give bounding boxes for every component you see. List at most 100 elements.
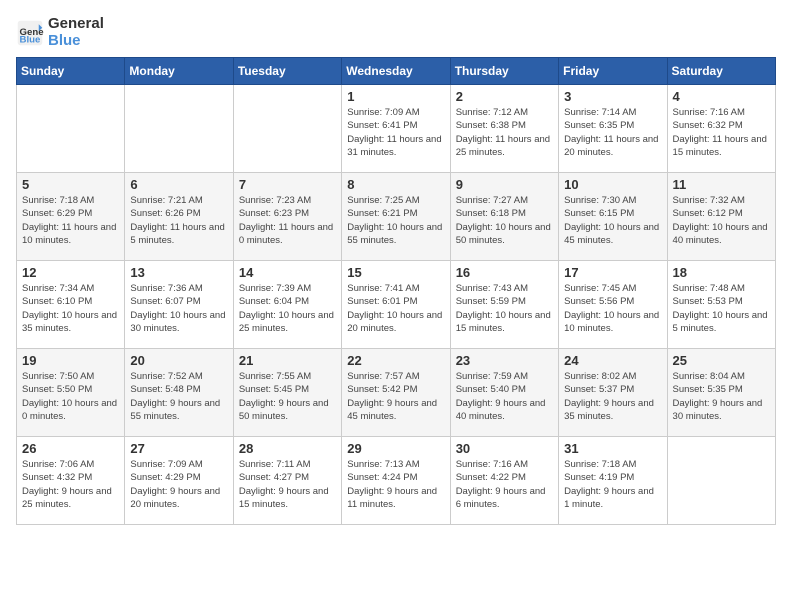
day-info: Sunrise: 7:27 AM Sunset: 6:18 PM Dayligh…: [456, 194, 553, 247]
calendar-cell: 24 Sunrise: 8:02 AM Sunset: 5:37 PM Dayli…: [559, 349, 667, 437]
calendar-cell: 21Sunrise: 7:55 AM Sunset: 5:45 PM Dayli…: [233, 349, 341, 437]
day-info: Sunrise: 7:43 AM Sunset: 5:59 PM Dayligh…: [456, 282, 553, 335]
calendar-cell: 9 Sunrise: 7:27 AM Sunset: 6:18 PM Daylig…: [450, 173, 558, 261]
day-number: 22: [347, 353, 444, 368]
day-number: 9: [456, 177, 553, 192]
day-number: 17: [564, 265, 661, 280]
day-number: 20: [130, 353, 227, 368]
logo-blue: Blue: [48, 32, 81, 49]
day-info: Sunrise: 7:06 AM Sunset: 4:32 PM Dayligh…: [22, 458, 119, 511]
day-info: Sunrise: 8:04 AM Sunset: 5:35 PM Dayligh…: [673, 370, 770, 423]
day-number: 3: [564, 89, 661, 104]
calendar-cell: 20Sunrise: 7:52 AM Sunset: 5:48 PM Dayli…: [125, 349, 233, 437]
day-number: 16: [456, 265, 553, 280]
calendar-cell: 19Sunrise: 7:50 AM Sunset: 5:50 PM Dayli…: [17, 349, 125, 437]
calendar-cell: 16 Sunrise: 7:43 AM Sunset: 5:59 PM Dayli…: [450, 261, 558, 349]
calendar-cell: 23 Sunrise: 7:59 AM Sunset: 5:40 PM Dayli…: [450, 349, 558, 437]
svg-text:Blue: Blue: [20, 34, 41, 45]
calendar-cell: 28Sunrise: 7:11 AM Sunset: 4:27 PM Dayli…: [233, 437, 341, 525]
calendar-cell: 2 Sunrise: 7:12 AM Sunset: 6:38 PM Daylig…: [450, 85, 558, 173]
day-number: 19: [22, 353, 119, 368]
day-info: Sunrise: 7:41 AM Sunset: 6:01 PM Dayligh…: [347, 282, 444, 335]
weekday-header-thursday: Thursday: [450, 58, 558, 85]
calendar-cell: 27 Sunrise: 7:09 AM Sunset: 4:29 PM Dayli…: [125, 437, 233, 525]
day-info: Sunrise: 7:12 AM Sunset: 6:38 PM Dayligh…: [456, 106, 553, 159]
day-info: Sunrise: 7:09 AM Sunset: 4:29 PM Dayligh…: [130, 458, 227, 511]
day-info: Sunrise: 7:30 AM Sunset: 6:15 PM Dayligh…: [564, 194, 661, 247]
day-info: Sunrise: 7:13 AM Sunset: 4:24 PM Dayligh…: [347, 458, 444, 511]
day-info: Sunrise: 7:39 AM Sunset: 6:04 PM Dayligh…: [239, 282, 336, 335]
day-info: Sunrise: 7:34 AM Sunset: 6:10 PM Dayligh…: [22, 282, 119, 335]
day-number: 18: [673, 265, 770, 280]
weekday-header-monday: Monday: [125, 58, 233, 85]
day-number: 31: [564, 441, 661, 456]
day-info: Sunrise: 7:59 AM Sunset: 5:40 PM Dayligh…: [456, 370, 553, 423]
logo-general: General: [48, 15, 104, 32]
day-info: Sunrise: 7:25 AM Sunset: 6:21 PM Dayligh…: [347, 194, 444, 247]
calendar-week-2: 5Sunrise: 7:18 AM Sunset: 6:29 PM Daylig…: [17, 173, 776, 261]
calendar-cell: 5Sunrise: 7:18 AM Sunset: 6:29 PM Daylig…: [17, 173, 125, 261]
calendar-cell: 14 Sunrise: 7:39 AM Sunset: 6:04 PM Dayli…: [233, 261, 341, 349]
day-number: 7: [239, 177, 336, 192]
day-number: 24: [564, 353, 661, 368]
weekday-header-tuesday: Tuesday: [233, 58, 341, 85]
calendar-week-3: 12 Sunrise: 7:34 AM Sunset: 6:10 PM Dayli…: [17, 261, 776, 349]
day-number: 1: [347, 89, 444, 104]
calendar-cell: 18 Sunrise: 7:48 AM Sunset: 5:53 PM Dayli…: [667, 261, 775, 349]
weekday-header-wednesday: Wednesday: [342, 58, 450, 85]
calendar-cell: 31 Sunrise: 7:18 AM Sunset: 4:19 PM Dayli…: [559, 437, 667, 525]
calendar-cell: 12 Sunrise: 7:34 AM Sunset: 6:10 PM Dayli…: [17, 261, 125, 349]
day-number: 4: [673, 89, 770, 104]
day-info: Sunrise: 7:21 AM Sunset: 6:26 PM Dayligh…: [130, 194, 227, 247]
calendar-week-1: 1 Sunrise: 7:09 AM Sunset: 6:41 PM Daylig…: [17, 85, 776, 173]
day-info: Sunrise: 7:16 AM Sunset: 6:32 PM Dayligh…: [673, 106, 770, 159]
day-number: 25: [673, 353, 770, 368]
day-number: 30: [456, 441, 553, 456]
day-info: Sunrise: 7:09 AM Sunset: 6:41 PM Dayligh…: [347, 106, 444, 159]
day-info: Sunrise: 8:02 AM Sunset: 5:37 PM Dayligh…: [564, 370, 661, 423]
calendar-week-5: 26 Sunrise: 7:06 AM Sunset: 4:32 PM Dayli…: [17, 437, 776, 525]
day-number: 8: [347, 177, 444, 192]
day-info: Sunrise: 7:45 AM Sunset: 5:56 PM Dayligh…: [564, 282, 661, 335]
calendar-cell: 13Sunrise: 7:36 AM Sunset: 6:07 PM Dayli…: [125, 261, 233, 349]
logo-icon: General Blue: [16, 19, 44, 47]
weekday-header-sunday: Sunday: [17, 58, 125, 85]
calendar-cell: [17, 85, 125, 173]
day-number: 12: [22, 265, 119, 280]
calendar-cell: 1 Sunrise: 7:09 AM Sunset: 6:41 PM Daylig…: [342, 85, 450, 173]
calendar-cell: 22Sunrise: 7:57 AM Sunset: 5:42 PM Dayli…: [342, 349, 450, 437]
day-info: Sunrise: 7:18 AM Sunset: 4:19 PM Dayligh…: [564, 458, 661, 511]
day-info: Sunrise: 7:32 AM Sunset: 6:12 PM Dayligh…: [673, 194, 770, 247]
calendar-cell: 11 Sunrise: 7:32 AM Sunset: 6:12 PM Dayli…: [667, 173, 775, 261]
calendar-cell: [125, 85, 233, 173]
day-number: 14: [239, 265, 336, 280]
calendar-cell: 6 Sunrise: 7:21 AM Sunset: 6:26 PM Daylig…: [125, 173, 233, 261]
day-info: Sunrise: 7:16 AM Sunset: 4:22 PM Dayligh…: [456, 458, 553, 511]
weekday-header-saturday: Saturday: [667, 58, 775, 85]
weekday-header-friday: Friday: [559, 58, 667, 85]
calendar-cell: 17 Sunrise: 7:45 AM Sunset: 5:56 PM Dayli…: [559, 261, 667, 349]
day-info: Sunrise: 7:23 AM Sunset: 6:23 PM Dayligh…: [239, 194, 336, 247]
calendar-cell: 29 Sunrise: 7:13 AM Sunset: 4:24 PM Dayli…: [342, 437, 450, 525]
day-info: Sunrise: 7:14 AM Sunset: 6:35 PM Dayligh…: [564, 106, 661, 159]
day-number: 11: [673, 177, 770, 192]
day-info: Sunrise: 7:48 AM Sunset: 5:53 PM Dayligh…: [673, 282, 770, 335]
calendar-cell: 10 Sunrise: 7:30 AM Sunset: 6:15 PM Dayli…: [559, 173, 667, 261]
day-number: 26: [22, 441, 119, 456]
logo: General Blue General Blue: [16, 16, 104, 49]
day-info: Sunrise: 7:11 AM Sunset: 4:27 PM Dayligh…: [239, 458, 336, 511]
day-number: 29: [347, 441, 444, 456]
calendar-cell: 4 Sunrise: 7:16 AM Sunset: 6:32 PM Daylig…: [667, 85, 775, 173]
calendar-cell: 3 Sunrise: 7:14 AM Sunset: 6:35 PM Daylig…: [559, 85, 667, 173]
day-number: 15: [347, 265, 444, 280]
day-info: Sunrise: 7:18 AM Sunset: 6:29 PM Dayligh…: [22, 194, 119, 247]
day-number: 10: [564, 177, 661, 192]
day-info: Sunrise: 7:55 AM Sunset: 5:45 PM Dayligh…: [239, 370, 336, 423]
day-number: 2: [456, 89, 553, 104]
calendar-cell: 8 Sunrise: 7:25 AM Sunset: 6:21 PM Daylig…: [342, 173, 450, 261]
day-number: 23: [456, 353, 553, 368]
page-header: General Blue General Blue: [16, 16, 776, 49]
day-number: 27: [130, 441, 227, 456]
day-number: 6: [130, 177, 227, 192]
calendar-cell: 7 Sunrise: 7:23 AM Sunset: 6:23 PM Daylig…: [233, 173, 341, 261]
